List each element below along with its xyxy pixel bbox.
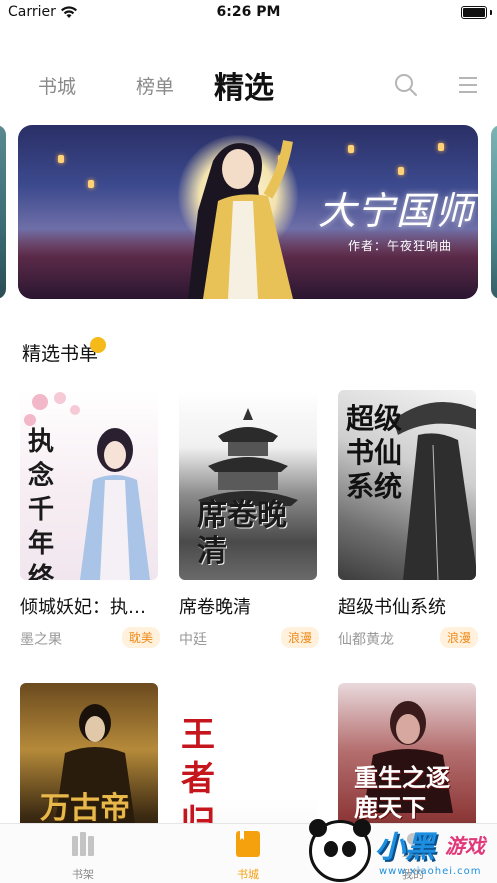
book-genre-tag: 浪漫 <box>439 627 478 648</box>
search-icon[interactable] <box>393 72 419 98</box>
book-author: 中廷 <box>179 632 207 648</box>
book-cover-title: 万古帝 <box>40 791 130 826</box>
book-author: 仙都黄龙 <box>338 632 394 648</box>
tab-rankings[interactable]: 榜单 <box>136 72 174 99</box>
battery-cap <box>490 10 492 15</box>
watermark-logo: 小黑 游戏 www.xiaohei.com <box>303 816 497 883</box>
panda-mascot-icon <box>309 819 371 882</box>
book-card[interactable]: 超级书仙系统 超级书仙系统 仙都黄龙 浪漫 <box>338 390 478 648</box>
book-title[interactable]: 席卷晚清 <box>179 593 319 619</box>
lantern-decoration <box>88 180 94 188</box>
lantern-decoration <box>58 155 64 163</box>
banner-character-illustration <box>188 140 293 299</box>
book-card[interactable]: 席卷晚清 席卷晚清 中廷 浪漫 <box>179 390 319 648</box>
menu-icon[interactable] <box>457 74 479 96</box>
tabbar-label: 书架 <box>72 868 94 881</box>
tabbar-label: 书城 <box>237 868 259 881</box>
bookstore-icon <box>236 831 260 857</box>
watermark-url: www.xiaohei.com <box>379 866 482 877</box>
book-meta: 中廷 浪漫 <box>179 627 319 648</box>
section-title: 精选书单 <box>22 343 99 365</box>
book-cover-title: 席卷晚清 <box>197 498 287 569</box>
lantern-decoration <box>398 167 404 175</box>
status-bar: Carrier 6:26 PM <box>0 0 497 26</box>
book-meta: 墨之果 耽美 <box>20 627 160 648</box>
tabbar-item-bookstore[interactable]: 书城 <box>218 830 278 882</box>
book-cover[interactable]: 执念千年终不悔 <box>20 390 158 580</box>
battery-icon <box>461 6 487 19</box>
book-cover-title: 执念千年终不悔 <box>28 427 55 580</box>
top-nav: 书城 榜单 精选 <box>0 58 497 108</box>
book-cover[interactable]: 超级书仙系统 <box>338 390 476 580</box>
book-genre-tag: 耽美 <box>121 627 160 648</box>
book-card[interactable]: 执念千年终不悔 倾城妖妃：执… 墨之果 耽美 <box>20 390 160 648</box>
book-genre-tag: 浪漫 <box>280 627 319 648</box>
book-cover-title: 超级书仙系统 <box>346 402 403 503</box>
banner-title: 大宁国师 <box>318 189 475 233</box>
watermark-brand: 小黑 <box>375 830 435 865</box>
book-title[interactable]: 倾城妖妃：执… <box>20 593 160 619</box>
tab-bookstore[interactable]: 书城 <box>38 72 76 99</box>
section-badge-dot <box>90 337 106 353</box>
lantern-decoration <box>438 143 444 151</box>
banner-prev-slide[interactable] <box>0 125 6 299</box>
bookshelf-icon <box>72 832 94 856</box>
book-meta: 仙都黄龙 浪漫 <box>338 627 478 648</box>
book-author: 墨之果 <box>20 632 62 648</box>
banner-slide[interactable]: 大宁国师 作者：午夜狂响曲 <box>18 125 478 299</box>
tabbar-item-bookshelf[interactable]: 书架 <box>53 830 113 882</box>
status-time: 6:26 PM <box>216 4 281 20</box>
lantern-decoration <box>348 145 354 153</box>
tab-featured[interactable]: 精选 <box>214 63 274 107</box>
book-cover-title: 重生之逐鹿天下 <box>354 763 450 822</box>
book-title[interactable]: 超级书仙系统 <box>338 593 478 619</box>
banner-author: 作者：午夜狂响曲 <box>348 239 453 253</box>
watermark-brand-suffix: 游戏 <box>445 834 485 858</box>
banner-next-slide[interactable] <box>491 125 497 299</box>
book-cover[interactable]: 席卷晚清 <box>179 390 317 580</box>
